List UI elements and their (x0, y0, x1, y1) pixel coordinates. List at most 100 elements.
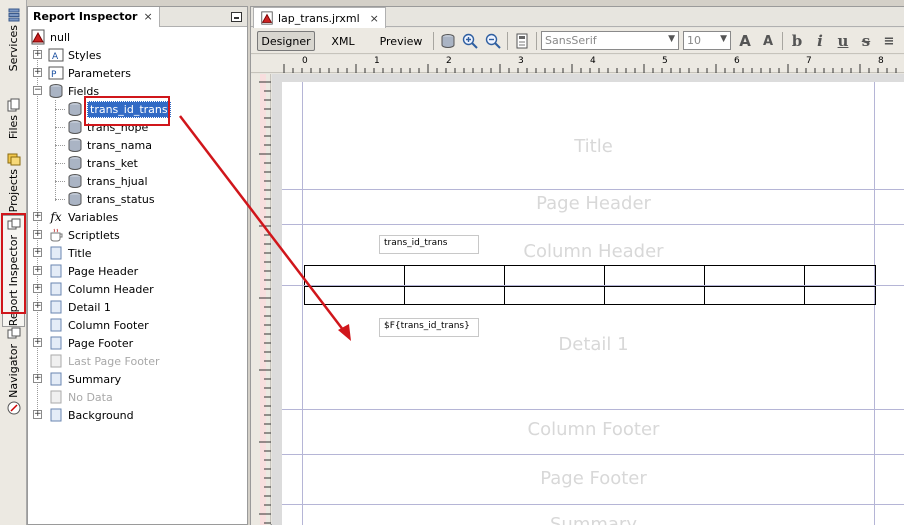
underline-icon[interactable]: u (835, 32, 851, 50)
expand-icon[interactable]: + (33, 284, 42, 293)
band-column-footer[interactable]: Column Footer (282, 419, 904, 440)
band-page-header[interactable]: Page Header (282, 193, 904, 214)
table-cell[interactable] (305, 266, 405, 286)
field-icon (68, 102, 82, 116)
band-icon (50, 282, 62, 296)
tree-item-parameters[interactable]: + P Parameters (33, 64, 131, 82)
tree-item-field[interactable]: trans_ket (67, 154, 138, 172)
expand-icon[interactable]: + (33, 68, 42, 77)
expand-icon[interactable]: + (33, 338, 42, 347)
band-separator[interactable] (282, 504, 904, 505)
bold-icon[interactable]: b (789, 32, 805, 50)
band-separator[interactable] (282, 189, 904, 190)
field-icon (68, 174, 82, 188)
report-inspector-panel: Report Inspector × null + A Styles + P P… (27, 6, 248, 525)
band-column-header[interactable]: Column Header (282, 241, 904, 262)
table-cell[interactable] (305, 286, 405, 305)
table-cell[interactable] (705, 266, 805, 286)
expand-icon[interactable]: + (33, 230, 42, 239)
side-tab-services[interactable]: Services (2, 6, 25, 71)
tree-item-styles[interactable]: + A Styles (33, 46, 101, 64)
decrease-font-icon[interactable]: A (760, 33, 776, 49)
table-cell[interactable] (505, 286, 605, 305)
table-cell[interactable] (505, 266, 605, 286)
minimize-icon[interactable] (231, 12, 242, 22)
zoom-in-icon[interactable] (462, 33, 478, 49)
tree-item-page-header-band[interactable]: + Page Header (33, 262, 138, 280)
tree-item-detail-band[interactable]: + Detail 1 (33, 298, 111, 316)
close-icon[interactable]: × (370, 12, 379, 25)
tree-connector (55, 163, 65, 164)
document-tab[interactable]: lap_trans.jrxml × (253, 7, 386, 28)
vertical-ruler (251, 74, 271, 525)
side-tab-files[interactable]: Files (2, 96, 25, 139)
tree-item-title-band[interactable]: + Title (33, 244, 92, 262)
highlight-selected-field (84, 96, 170, 126)
tree-item-last-page-footer-band[interactable]: Last Page Footer (33, 352, 160, 370)
zoom-out-icon[interactable] (485, 33, 501, 49)
table-cell[interactable] (705, 286, 805, 305)
font-size-select[interactable]: 10 ▼ (683, 31, 731, 50)
expand-icon[interactable]: + (33, 374, 42, 383)
tree-item-root[interactable]: null (30, 28, 70, 46)
expand-icon[interactable]: + (33, 302, 42, 311)
band-separator[interactable] (282, 454, 904, 455)
side-tab-label: Projects (7, 169, 20, 213)
expand-icon[interactable]: + (33, 410, 42, 419)
strikethrough-icon[interactable]: s (858, 32, 874, 50)
report-page[interactable]: Title Page Header Column Header trans_id… (282, 82, 904, 525)
services-icon (8, 8, 19, 22)
inspector-tab[interactable]: Report Inspector × (28, 7, 160, 27)
italic-icon[interactable]: i (812, 32, 828, 50)
band-title[interactable]: Title (282, 136, 904, 157)
font-family-select[interactable]: SansSerif ▼ (541, 31, 679, 50)
tree-item-column-header-band[interactable]: + Column Header (33, 280, 154, 298)
ruler-label: 8 (878, 56, 884, 66)
tree-item-scriptlets[interactable]: + Scriptlets (33, 226, 120, 244)
tree-item-column-footer-band[interactable]: Column Footer (33, 316, 149, 334)
tree-item-background-band[interactable]: + Background (33, 406, 134, 424)
table-cell[interactable] (405, 286, 505, 305)
side-tab-projects[interactable]: Projects (2, 150, 25, 212)
ruler-label: 5 (662, 56, 668, 66)
database-stack-icon[interactable] (440, 33, 456, 49)
xml-button[interactable]: XML (323, 31, 363, 51)
collapse-icon[interactable]: − (33, 86, 42, 95)
table-cell[interactable] (405, 266, 505, 286)
expand-icon[interactable]: + (33, 50, 42, 59)
tree-connector (55, 127, 65, 128)
side-tab-navigator[interactable]: Navigator (2, 325, 25, 418)
preview-button[interactable]: Preview (375, 31, 427, 51)
band-separator[interactable] (282, 409, 904, 410)
tree-item-summary-band[interactable]: + Summary (33, 370, 121, 388)
static-text-element[interactable]: trans_id_trans (379, 235, 479, 254)
tree-connector (55, 145, 65, 146)
expand-icon[interactable]: + (33, 212, 42, 221)
tree-item-field[interactable]: trans_status (67, 190, 155, 208)
band-detail-1[interactable]: Detail 1 (282, 334, 904, 355)
toolbar-separator (536, 32, 537, 50)
more-text-options-icon[interactable]: ≡ (881, 33, 897, 49)
tree-item-page-footer-band[interactable]: + Page Footer (33, 334, 133, 352)
expand-icon[interactable]: + (33, 266, 42, 275)
band-icon (50, 336, 62, 350)
band-summary[interactable]: Summary (282, 514, 904, 525)
tree-item-field[interactable]: trans_hjual (67, 172, 148, 190)
table-cell[interactable] (605, 266, 705, 286)
tree-item-field[interactable]: trans_nama (67, 136, 152, 154)
function-icon: fx (50, 210, 62, 224)
table-row-line (305, 286, 875, 287)
tree-item-variables[interactable]: + fx Variables (33, 208, 118, 226)
increase-font-icon[interactable]: A (737, 32, 753, 50)
band-separator[interactable] (282, 285, 904, 286)
table-cell[interactable] (605, 286, 705, 305)
projects-icon (7, 153, 20, 166)
designer-button[interactable]: Designer (257, 31, 315, 51)
report-properties-icon[interactable] (514, 33, 530, 49)
design-canvas: Title Page Header Column Header trans_id… (272, 74, 904, 525)
band-separator[interactable] (282, 224, 904, 225)
tree-item-no-data-band[interactable]: No Data (33, 388, 113, 406)
expand-icon[interactable]: + (33, 248, 42, 257)
band-page-footer[interactable]: Page Footer (282, 468, 904, 489)
close-icon[interactable]: × (143, 10, 152, 23)
